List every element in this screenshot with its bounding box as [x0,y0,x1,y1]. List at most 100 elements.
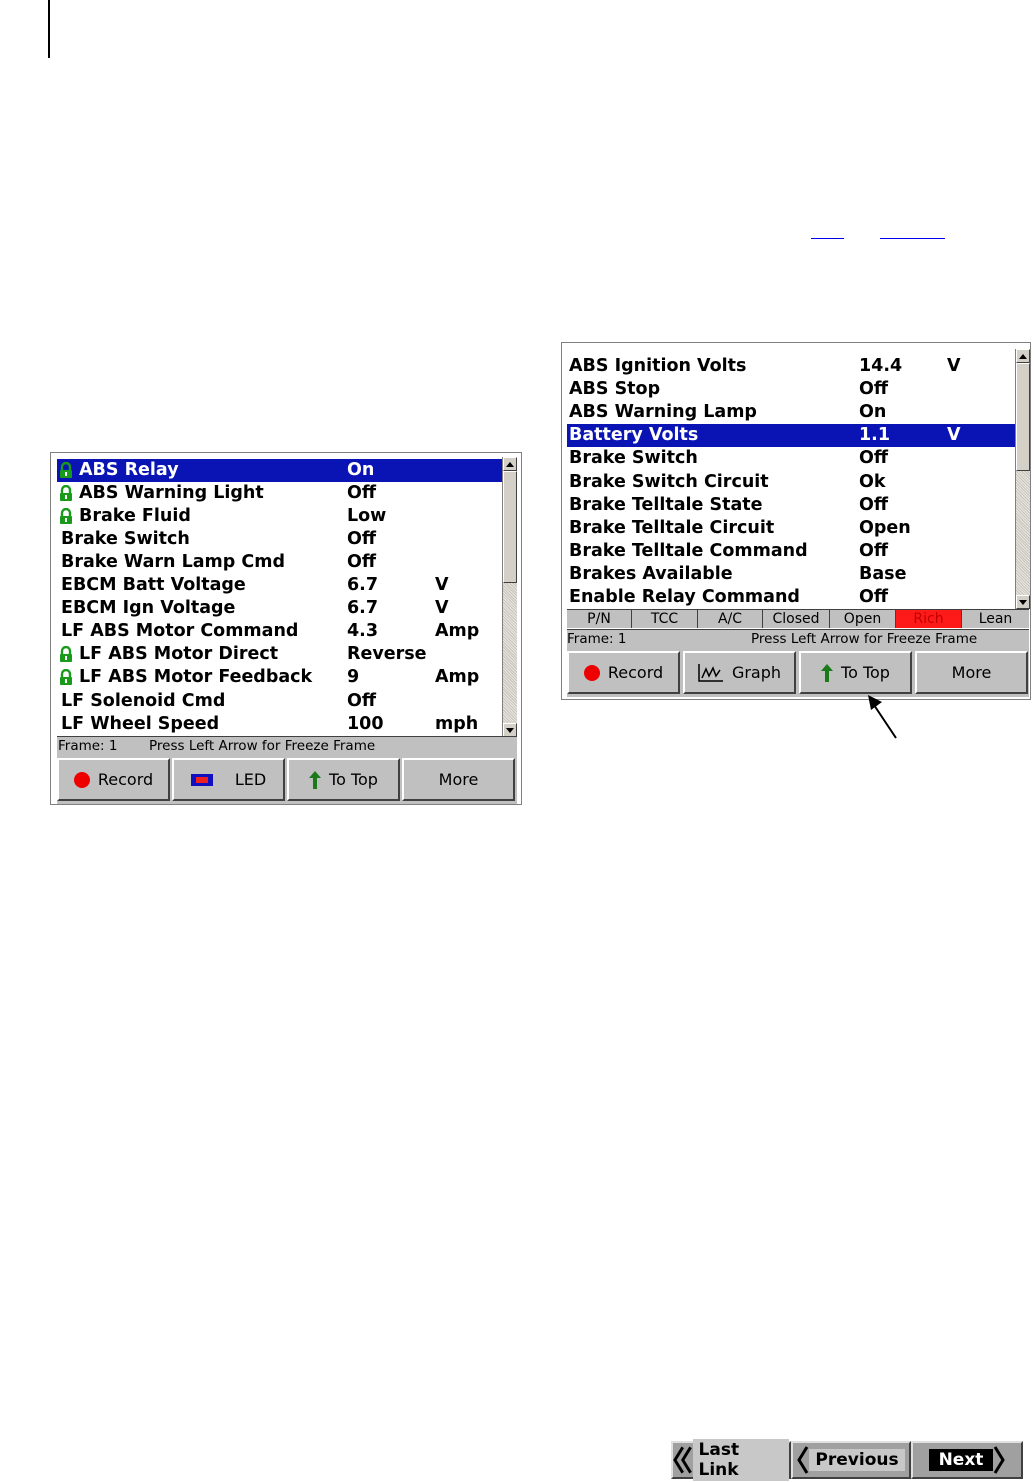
param-name: LF Solenoid Cmd [61,690,226,711]
param-name: ABS Ignition Volts [569,356,747,376]
more-button[interactable]: More [915,651,1028,694]
data-row[interactable]: Battery Volts 1.1 V [567,424,1015,448]
status-bar-left: Frame: 1 Press Left Arrow for Freeze Fra… [57,736,517,756]
scrollbar-left[interactable] [502,457,517,737]
param-unit: V [947,425,961,446]
data-row[interactable]: ABS Warning Lamp On [567,401,1015,424]
scroll-down-button[interactable] [1016,595,1030,609]
previous-label: Previous [809,1449,905,1471]
data-row[interactable]: ABS Warning Light Off [57,482,502,505]
status-bar-right: Frame: 1 Press Left Arrow for Freeze Fra… [567,629,1029,649]
param-unit: Amp [435,621,480,642]
param-name: LF ABS Motor Command [61,621,299,642]
record-button[interactable]: Record [567,651,680,694]
param-name: EBCM Ign Voltage [61,598,236,619]
page-margin-rule [48,0,50,58]
param-value: 6.7 [347,575,379,596]
param-value: Off [347,529,377,550]
scroll-up-button[interactable] [503,457,517,471]
lock-icon [60,669,72,686]
scroll-down-button[interactable] [503,723,517,737]
param-name: EBCM Batt Voltage [61,575,246,596]
data-row[interactable]: Brake Telltale State Off [567,494,1015,517]
param-name: Enable Relay Command [569,587,800,607]
param-name: LF ABS Motor Direct [79,644,279,665]
freeze-frame-hint: Press Left Arrow for Freeze Frame [751,631,978,647]
data-row[interactable]: EBCM Batt Voltage 6.7 V [57,574,502,597]
param-value: Reverse [347,644,427,665]
data-row[interactable]: Brake Fluid Low [57,505,502,528]
param-name: Brake Warn Lamp Cmd [61,552,285,573]
record-label: Record [97,770,154,789]
data-row[interactable]: LF ABS Motor Feedback 9 Amp [57,666,502,689]
led-label: LED [234,770,267,789]
data-row[interactable]: LF Wheel Speed 100 mph [57,713,502,734]
data-row[interactable]: LF Solenoid Cmd Off [57,690,502,713]
data-row[interactable]: LF ABS Motor Command 4.3 Amp [57,620,502,643]
to-top-button[interactable]: To Top [799,651,912,694]
param-value: Low [347,506,387,527]
param-name: Brake Telltale Command [569,540,808,561]
to-top-label: To Top [841,663,890,682]
data-row[interactable]: Brake Warn Lamp Cmd Off [57,551,502,574]
next-label: Next [928,1449,994,1471]
scrollbar-right[interactable] [1015,349,1030,609]
last-link-button[interactable]: Last Link [671,1439,791,1481]
chevron-right-icon [994,1446,1006,1474]
scroll-thumb[interactable] [503,471,517,583]
scroll-up-icon [506,461,514,467]
indicator-pn: P/N [567,610,632,628]
data-row[interactable]: Brakes Available Base [567,563,1015,586]
graph-button[interactable]: Graph [683,651,796,694]
data-row[interactable]: Enable Relay Command Off [567,586,1015,608]
link-underline-2[interactable] [880,238,945,239]
param-value: Off [859,494,889,515]
param-name: ABS Warning Lamp [569,402,757,423]
param-name: ABS Stop [569,379,661,400]
led-icon [190,773,213,786]
indicator-rich: Rich [896,610,962,628]
graph-icon [698,663,723,682]
data-row[interactable]: LF ABS Motor Direct Reverse [57,643,502,666]
param-value: 14.4 [859,356,903,376]
param-value: Off [347,483,377,504]
param-value: 1.1 [859,425,891,446]
up-arrow-icon [309,770,322,789]
button-bar-right: Record Graph To Top More [567,649,1029,697]
scroll-up-icon [1019,353,1027,359]
param-unit: mph [435,713,479,734]
last-link-label: Last Link [692,1439,789,1481]
scroll-up-button[interactable] [1016,349,1030,363]
to-top-button[interactable]: To Top [287,758,400,801]
data-row[interactable]: Brake Switch Circuit Ok [567,471,1015,494]
data-row[interactable]: ABS Ignition Volts 14.4 V [567,355,1015,378]
lock-icon [60,508,72,525]
scroll-thumb[interactable] [1016,363,1030,471]
record-button[interactable]: Record [57,758,170,801]
next-button[interactable]: Next [911,1441,1023,1479]
data-row[interactable]: Brake Switch Off [567,447,1015,470]
param-unit: V [435,575,449,596]
data-row[interactable]: EBCM Ign Voltage 6.7 V [57,597,502,620]
record-icon [583,664,600,681]
link-underline-1[interactable] [811,238,844,239]
up-arrow-icon [821,663,834,682]
lock-icon [60,646,72,663]
data-row[interactable]: Brake Switch Off [57,528,502,551]
data-row[interactable]: ABS Relay On [57,459,502,482]
param-name: Brake Telltale State [569,494,763,515]
param-value: Base [859,563,907,584]
led-button[interactable]: LED [172,758,285,801]
indicator-closed: Closed [763,610,830,628]
indicator-bar: P/N TCC A/C Closed Open Rich Lean [567,609,1029,628]
param-value: Off [859,540,889,561]
previous-button[interactable]: Previous [791,1441,911,1479]
record-label: Record [607,663,664,682]
data-row[interactable]: Brake Telltale Circuit Open [567,517,1015,540]
frame-label: Frame: 1 [567,631,627,647]
param-name: LF ABS Motor Feedback [79,667,313,688]
more-button[interactable]: More [402,758,515,801]
data-row[interactable]: Brake Telltale Command Off [567,540,1015,563]
page-navigation: Last Link Previous Next [671,1439,1023,1481]
data-row[interactable]: ABS Stop Off [567,378,1015,401]
